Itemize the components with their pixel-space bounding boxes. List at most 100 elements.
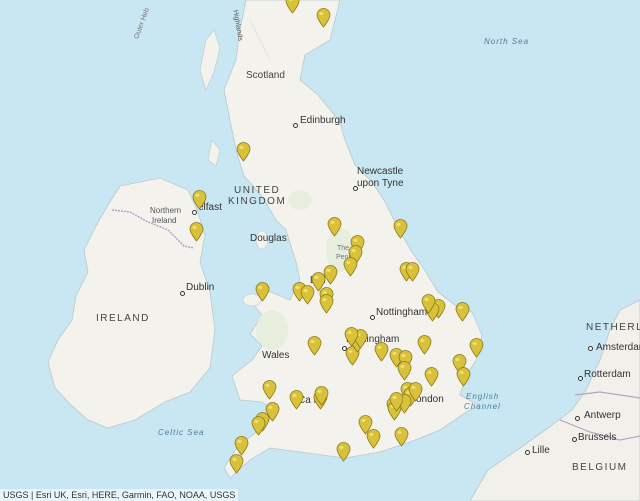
- location-pin[interactable]: [285, 0, 300, 14]
- label-united: UNITED: [234, 185, 281, 196]
- label-scotland: Scotland: [246, 70, 285, 81]
- map-pin-icon: [319, 294, 334, 314]
- location-pin[interactable]: [389, 392, 404, 412]
- label-nottingham: Nottingham: [376, 307, 428, 318]
- location-pin[interactable]: [374, 342, 389, 362]
- location-pin[interactable]: [189, 222, 204, 242]
- location-pin[interactable]: [336, 442, 351, 462]
- label-dublin: Dublin: [186, 282, 215, 293]
- city-dot-dublin: [180, 291, 185, 296]
- location-pin[interactable]: [314, 386, 329, 406]
- map-pin-icon: [417, 335, 432, 355]
- location-pin[interactable]: [192, 190, 207, 210]
- city-dot-edinburgh: [293, 123, 298, 128]
- location-pin[interactable]: [316, 8, 331, 28]
- location-pin[interactable]: [327, 217, 342, 237]
- label-ireland: IRELAND: [96, 313, 150, 324]
- attribution: USGS | Esri UK, Esri, HERE, Garmin, FAO,…: [0, 489, 239, 501]
- location-pin[interactable]: [469, 338, 484, 358]
- location-pin[interactable]: [344, 327, 359, 347]
- map-view[interactable]: Scotland Highlands Outer Heb Edinburgh N…: [0, 0, 640, 501]
- label-belgium: BELGIUM: [572, 462, 628, 473]
- location-pin[interactable]: [251, 416, 266, 436]
- location-pin[interactable]: [421, 294, 436, 314]
- city-dot-rotterdam: [578, 376, 583, 381]
- location-pin[interactable]: [424, 367, 439, 387]
- label-kingdom: KINGDOM: [228, 196, 287, 207]
- label-english-channel-1: English: [466, 392, 500, 401]
- location-pin[interactable]: [455, 302, 470, 322]
- map-pin-icon: [262, 380, 277, 400]
- city-dot-amsterdam: [588, 346, 593, 351]
- location-pin[interactable]: [262, 380, 277, 400]
- label-netherlands: NETHERL: [586, 322, 640, 333]
- location-pin[interactable]: [397, 361, 412, 381]
- label-wales: Wales: [262, 350, 290, 361]
- location-pin[interactable]: [408, 382, 423, 402]
- label-newcastle-2: upon Tyne: [357, 178, 404, 189]
- location-pin[interactable]: [417, 335, 432, 355]
- city-dot-lille: [525, 450, 530, 455]
- label-douglas: Douglas: [250, 233, 287, 244]
- hebrides: [199, 29, 221, 91]
- label-english-channel-2: Channel: [464, 402, 501, 411]
- label-newcastle-1: Newcastle: [357, 166, 404, 177]
- location-pin[interactable]: [300, 285, 315, 305]
- map-pin-icon: [456, 367, 471, 387]
- map-pin-icon: [255, 282, 270, 302]
- map-pin-icon: [314, 386, 329, 406]
- map-pin-icon: [327, 217, 342, 237]
- label-amsterdam: Amsterdam: [596, 342, 640, 353]
- location-pin[interactable]: [289, 390, 304, 410]
- label-celtic-sea: Celtic Sea: [158, 428, 205, 437]
- map-pin-icon: [336, 442, 351, 462]
- ireland-landmass: [47, 177, 216, 429]
- map-pin-icon: [234, 436, 249, 456]
- label-ni-1: Northern: [150, 206, 182, 215]
- city-dot-nottingham: [370, 315, 375, 320]
- map-pin-icon: [285, 0, 300, 14]
- location-pin[interactable]: [366, 429, 381, 449]
- city-dot-belfast: [192, 210, 197, 215]
- map-pin-icon: [397, 361, 412, 381]
- label-rotterdam: Rotterdam: [584, 369, 631, 380]
- map-pin-icon: [408, 382, 423, 402]
- location-pin[interactable]: [405, 262, 420, 282]
- location-pin[interactable]: [393, 219, 408, 239]
- location-pin[interactable]: [394, 427, 409, 447]
- label-ni-2: Ireland: [152, 216, 177, 225]
- label-north-sea: North Sea: [484, 37, 530, 46]
- location-pin[interactable]: [236, 142, 251, 162]
- map-pin-icon: [394, 427, 409, 447]
- map-pin-icon: [236, 142, 251, 162]
- map-pin-icon: [343, 257, 358, 277]
- map-pin-icon: [405, 262, 420, 282]
- city-dot-brussels: [572, 437, 577, 442]
- map-pin-icon: [424, 367, 439, 387]
- location-pin[interactable]: [456, 367, 471, 387]
- location-pin[interactable]: [319, 294, 334, 314]
- map-pin-icon: [455, 302, 470, 322]
- location-pin[interactable]: [234, 436, 249, 456]
- basemap: [47, 0, 640, 501]
- label-lille: Lille: [532, 445, 550, 456]
- map-pin-icon: [366, 429, 381, 449]
- location-pin[interactable]: [255, 282, 270, 302]
- map-pin-icon: [289, 390, 304, 410]
- label-edinburgh: Edinburgh: [300, 115, 346, 126]
- map-pin-icon: [316, 8, 331, 28]
- location-pin[interactable]: [229, 454, 244, 474]
- map-pin-icon: [307, 336, 322, 356]
- label-brussels: Brussels: [578, 432, 617, 443]
- map-pin-icon: [189, 222, 204, 242]
- city-dot-antwerp: [575, 416, 580, 421]
- location-pin[interactable]: [343, 257, 358, 277]
- map-pin-icon: [421, 294, 436, 314]
- map-pin-icon: [192, 190, 207, 210]
- map-pin-icon: [393, 219, 408, 239]
- map-pin-icon: [300, 285, 315, 305]
- map-pin-icon: [229, 454, 244, 474]
- label-antwerp: Antwerp: [584, 410, 621, 421]
- map-pin-icon: [344, 327, 359, 347]
- location-pin[interactable]: [307, 336, 322, 356]
